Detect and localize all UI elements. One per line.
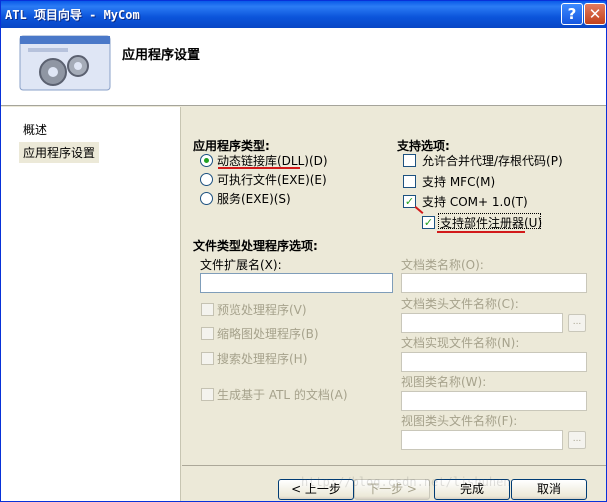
doc-header-browse-button[interactable]: ...	[568, 314, 586, 332]
sidebar: 概述 应用程序设置	[1, 107, 181, 501]
divider	[182, 465, 606, 466]
checkbox-search-label[interactable]: 搜索处理程序(H)	[217, 350, 307, 367]
radio-exe[interactable]	[200, 173, 213, 186]
view-header-label: 视图类头文件名称(F):	[401, 414, 518, 428]
page-title: 应用程序设置	[122, 48, 201, 63]
checkbox-mfc[interactable]	[403, 175, 416, 188]
annotation-underline	[218, 167, 300, 169]
help-button[interactable]: ?	[561, 3, 583, 25]
checkbox-preview-label[interactable]: 预览处理程序(V)	[217, 301, 307, 318]
doc-class-input[interactable]	[401, 273, 587, 293]
view-header-browse-button[interactable]: ...	[568, 431, 586, 449]
doc-header-label: 文档类头文件名称(C):	[401, 297, 519, 311]
radio-service[interactable]	[200, 192, 213, 205]
view-class-input[interactable]	[401, 391, 587, 411]
doc-class-label: 文档类名称(O):	[401, 258, 484, 272]
checkbox-complus-label[interactable]: 支持 COM+ 1.0(T)	[422, 193, 528, 210]
radio-service-label[interactable]: 服务(EXE)(S)	[217, 190, 291, 207]
annotation-underline-registrar	[437, 231, 525, 233]
watermark: http://blog.csdn.net/lishuhen	[301, 475, 511, 489]
checkbox-search-handler[interactable]	[201, 352, 214, 365]
settings-panel: 应用程序类型: 动态链接库(DLL)(D) 可执行文件(EXE)(E) 服务(E…	[182, 107, 606, 501]
ext-input[interactable]	[200, 273, 393, 293]
ext-label: 文件扩展名(X):	[200, 258, 282, 272]
radio-exe-label[interactable]: 可执行文件(EXE)(E)	[217, 171, 327, 188]
sidebar-item-overview[interactable]: 概述	[19, 119, 51, 140]
filetype-heading: 文件类型处理程序选项:	[193, 239, 318, 253]
checkbox-preview-handler[interactable]	[201, 303, 214, 316]
checkbox-atl-document-label[interactable]: 生成基于 ATL 的文档(A)	[217, 386, 348, 403]
checkbox-thumbnail-handler[interactable]	[201, 327, 214, 340]
radio-dll[interactable]	[200, 154, 213, 167]
wizard-window: ATL 项目向导 - MyCom ? ✕ 应用程序设置 概述 应用程序设置 应用…	[0, 0, 607, 502]
wizard-header: 应用程序设置	[1, 28, 606, 106]
view-header-input[interactable]	[401, 430, 563, 450]
checkbox-mfc-label[interactable]: 支持 MFC(M)	[422, 173, 495, 190]
view-class-label: 视图类名称(W):	[401, 375, 487, 389]
sidebar-item-app-settings[interactable]: 应用程序设置	[19, 142, 100, 163]
checkbox-registrar[interactable]: ✓	[422, 216, 435, 229]
window-title: ATL 项目向导 - MyCom	[5, 8, 140, 22]
cancel-button[interactable]: 取消	[511, 479, 587, 500]
title-bar[interactable]: ATL 项目向导 - MyCom ? ✕	[1, 1, 606, 28]
checkbox-thumbnail-label[interactable]: 缩略图处理程序(B)	[217, 325, 319, 342]
close-button[interactable]: ✕	[584, 3, 606, 25]
doc-impl-input[interactable]	[401, 352, 587, 372]
checkbox-merge-proxy-label[interactable]: 允许合并代理/存根代码(P)	[422, 152, 563, 169]
checkbox-registrar-label[interactable]: 支持部件注册器(U)	[440, 214, 542, 231]
doc-impl-label: 文档实现文件名称(N):	[401, 336, 520, 350]
gears-graphic	[19, 35, 111, 91]
checkbox-atl-document[interactable]	[201, 388, 214, 401]
checkbox-merge-proxy[interactable]	[403, 154, 416, 167]
doc-header-input[interactable]	[401, 313, 563, 333]
